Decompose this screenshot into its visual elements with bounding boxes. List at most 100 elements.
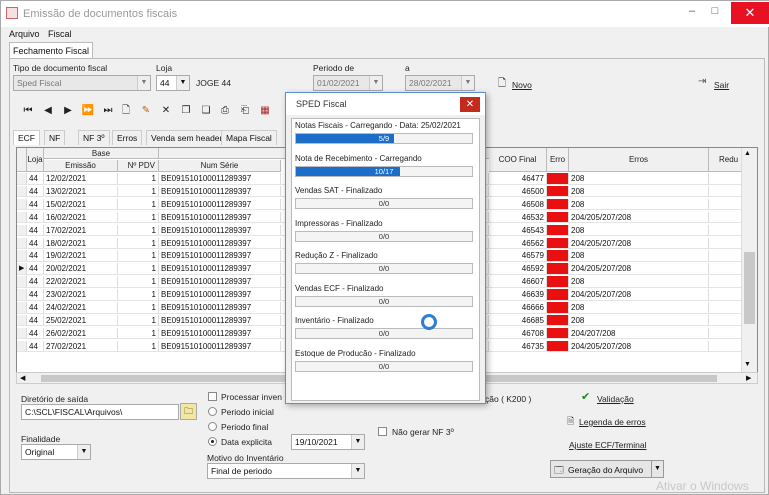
table-cell-serie[interactable]: BE091510100011289397 (159, 340, 281, 353)
table-cell-erros[interactable]: 204/205/207/208 (569, 289, 709, 301)
print-preview-icon[interactable]: ⎗ (238, 105, 252, 117)
next-record-icon[interactable]: ▶ (61, 105, 75, 117)
row-indicator[interactable] (17, 185, 27, 198)
finalidade-select[interactable]: Original ▼ (21, 444, 91, 460)
processar-checkbox[interactable] (208, 392, 217, 401)
table-cell-erros[interactable]: 208 (569, 185, 709, 198)
table-cell-serie[interactable]: BE091510100011289397 (159, 224, 281, 237)
tab-fechamento-fiscal[interactable]: Fechamento Fiscal (9, 42, 94, 59)
table-cell-e[interactable] (547, 340, 569, 353)
table-cell-loja[interactable]: 44 (27, 211, 44, 224)
col-loja[interactable]: Loja (27, 148, 44, 172)
grid-vertical-scrollbar[interactable]: ▲ ▼ (741, 148, 757, 372)
tipo-select[interactable]: Sped Fiscal ▼ (13, 75, 151, 91)
table-cell-coo[interactable]: 46543 (489, 224, 547, 237)
table-cell-loja[interactable]: 44 (27, 250, 44, 262)
table-cell-erros[interactable]: 208 (569, 314, 709, 327)
tab-erros[interactable]: Erros (112, 130, 143, 145)
table-cell-coo[interactable]: 46735 (489, 340, 547, 353)
table-cell-pdv[interactable]: 1 (118, 327, 159, 340)
table-cell-emissao[interactable]: 12/02/2021 (44, 173, 118, 185)
table-cell-pdv[interactable]: 1 (118, 302, 159, 314)
table-cell-loja[interactable]: 44 (27, 237, 44, 249)
table-cell-coo[interactable]: 46708 (489, 327, 547, 340)
table-cell-e[interactable] (547, 289, 569, 301)
table-cell-e[interactable] (547, 185, 569, 198)
table-cell-emissao[interactable]: 23/02/2021 (44, 289, 118, 301)
table-cell-erros[interactable]: 204/205/207/208 (569, 237, 709, 249)
tab-ecf[interactable]: ECF (13, 130, 40, 145)
table-cell-e[interactable] (547, 211, 569, 224)
table-cell-loja[interactable]: 44 (27, 263, 44, 275)
table-cell-emissao[interactable]: 18/02/2021 (44, 237, 118, 249)
col-erro[interactable]: Erro (547, 148, 569, 172)
cut-record-icon[interactable]: ❏ (199, 105, 213, 117)
table-cell-serie[interactable]: BE091510100011289397 (159, 314, 281, 327)
table-cell-loja[interactable]: 44 (27, 276, 44, 288)
table-cell-loja[interactable]: 44 (27, 173, 44, 185)
table-cell-coo[interactable]: 46508 (489, 198, 547, 211)
table-cell-emissao[interactable]: 13/02/2021 (44, 185, 118, 198)
export-icon[interactable]: ▦ (258, 105, 272, 117)
table-cell-e[interactable] (547, 224, 569, 237)
table-cell-loja[interactable]: 44 (27, 289, 44, 301)
table-cell-e[interactable] (547, 198, 569, 211)
table-cell-coo[interactable]: 46532 (489, 211, 547, 224)
table-cell-loja[interactable]: 44 (27, 302, 44, 314)
scroll-right-icon[interactable]: ▶ (746, 374, 751, 382)
tab-mapa-fiscal[interactable]: Mapa Fiscal (221, 130, 277, 145)
minimize-button[interactable]: – (681, 5, 703, 21)
table-cell-serie[interactable]: BE091510100011289397 (159, 185, 281, 198)
col-num-serie[interactable]: Num Série (159, 160, 281, 172)
table-cell-e[interactable] (547, 327, 569, 340)
table-cell-pdv[interactable]: 1 (118, 276, 159, 288)
delete-record-icon[interactable]: ✕ (159, 105, 173, 117)
close-button[interactable]: ✕ (731, 2, 769, 24)
table-cell-erros[interactable]: 208 (569, 173, 709, 185)
row-indicator[interactable] (17, 198, 27, 211)
table-cell-e[interactable] (547, 314, 569, 327)
table-cell-coo[interactable]: 46666 (489, 302, 547, 314)
table-cell-erros[interactable]: 204/207/208 (569, 327, 709, 340)
table-cell-coo[interactable]: 46500 (489, 185, 547, 198)
next-page-icon[interactable]: ⏩ (81, 105, 95, 117)
table-cell-erros[interactable]: 204/205/207/208 (569, 340, 709, 353)
radio-periodo-final[interactable] (208, 422, 217, 431)
data-explicita-field[interactable]: 19/10/2021 ▼ (291, 434, 365, 450)
table-cell-emissao[interactable]: 20/02/2021 (44, 263, 118, 275)
table-cell-serie[interactable]: BE091510100011289397 (159, 327, 281, 340)
table-cell-emissao[interactable]: 25/02/2021 (44, 314, 118, 327)
table-cell-erros[interactable]: 204/205/207/208 (569, 263, 709, 275)
table-cell-loja[interactable]: 44 (27, 327, 44, 340)
table-cell-serie[interactable]: BE091510100011289397 (159, 263, 281, 275)
table-cell-e[interactable] (547, 173, 569, 185)
table-cell-loja[interactable]: 44 (27, 340, 44, 353)
ajuste-button[interactable]: Ajuste ECF/Terminal (569, 440, 646, 450)
table-cell-emissao[interactable]: 19/02/2021 (44, 250, 118, 262)
row-indicator[interactable] (17, 327, 27, 340)
table-cell-pdv[interactable]: 1 (118, 211, 159, 224)
table-cell-e[interactable] (547, 276, 569, 288)
table-cell-erros[interactable]: 208 (569, 276, 709, 288)
row-indicator[interactable] (17, 250, 27, 262)
col-emissao[interactable]: Emissão (44, 160, 118, 172)
col-erros[interactable]: Erros (569, 148, 709, 172)
loja-select[interactable]: 44 ▼ (156, 75, 190, 91)
row-indicator[interactable] (17, 314, 27, 327)
table-cell-serie[interactable]: BE091510100011289397 (159, 302, 281, 314)
novo-button[interactable]: Novo (512, 80, 532, 90)
periodo-a-field[interactable]: 28/02/2021 ▼ (405, 75, 475, 91)
last-record-icon[interactable]: ⏭ (101, 105, 115, 117)
table-cell-e[interactable] (547, 250, 569, 262)
nao-gerar-checkbox[interactable] (378, 427, 387, 436)
table-cell-serie[interactable]: BE091510100011289397 (159, 250, 281, 262)
table-cell-coo[interactable]: 46579 (489, 250, 547, 262)
chevron-down-icon[interactable]: ▼ (651, 461, 663, 477)
row-indicator[interactable]: ▶ (17, 263, 27, 275)
table-cell-emissao[interactable]: 27/02/2021 (44, 340, 118, 353)
row-indicator[interactable] (17, 276, 27, 288)
print-icon[interactable]: ⎙ (218, 105, 232, 117)
table-cell-erros[interactable]: 204/205/207/208 (569, 211, 709, 224)
scroll-thumb[interactable] (744, 252, 755, 324)
table-cell-loja[interactable]: 44 (27, 198, 44, 211)
